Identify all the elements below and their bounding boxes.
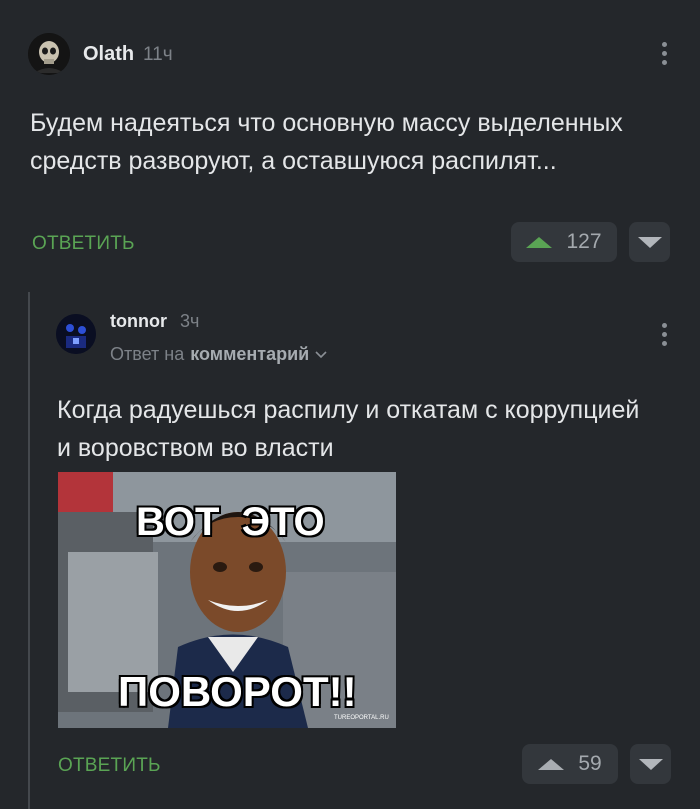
reply-to-prefix: Ответ на	[110, 344, 185, 364]
upvote-button[interactable]: 59	[522, 744, 618, 784]
username[interactable]: Olath	[83, 43, 134, 66]
upvote-button[interactable]: 127	[511, 222, 617, 262]
dark-figure-icon	[56, 314, 96, 354]
comment-time: 11ч	[143, 44, 173, 65]
chevron-down-icon[interactable]	[315, 350, 327, 359]
more-vertical-icon[interactable]	[661, 323, 667, 346]
thread-line	[28, 292, 30, 809]
downvote-icon	[637, 236, 662, 248]
comment-image[interactable]: ВОТ ЭТО ПОВОРОТ!! TUREOPORTAL.RU	[58, 472, 396, 728]
reply-button[interactable]: ОТВЕТИТЬ	[32, 233, 135, 255]
avatar-olath[interactable]	[28, 33, 70, 75]
downvote-button[interactable]	[630, 744, 671, 784]
meme-caption-bottom: ПОВОРОТ!!	[118, 668, 357, 715]
more-vertical-icon[interactable]	[661, 42, 667, 65]
skull-icon	[28, 33, 70, 75]
upvote-icon	[526, 236, 553, 248]
meme-caption-top: ВОТ ЭТО	[136, 500, 325, 544]
vote-count: 59	[578, 752, 602, 775]
downvote-icon	[638, 758, 663, 770]
vote-count: 127	[566, 230, 602, 253]
downvote-button[interactable]	[629, 222, 670, 262]
upvote-icon	[538, 758, 565, 770]
comment-time: 3ч	[180, 311, 200, 331]
reply-button[interactable]: ОТВЕТИТЬ	[58, 755, 161, 777]
meme-watermark: TUREOPORTAL.RU	[334, 715, 389, 721]
reply-to-info[interactable]: Ответ на комментарий	[110, 344, 327, 365]
avatar-tonnor[interactable]	[56, 314, 96, 354]
reply-to-target[interactable]: комментарий	[190, 344, 309, 365]
username[interactable]: tonnor	[110, 311, 167, 332]
comment-text: Будем надеяться что основную массу выдел…	[30, 109, 623, 175]
comment-text: Когда радуешься распилу и откатам с корр…	[57, 396, 640, 462]
